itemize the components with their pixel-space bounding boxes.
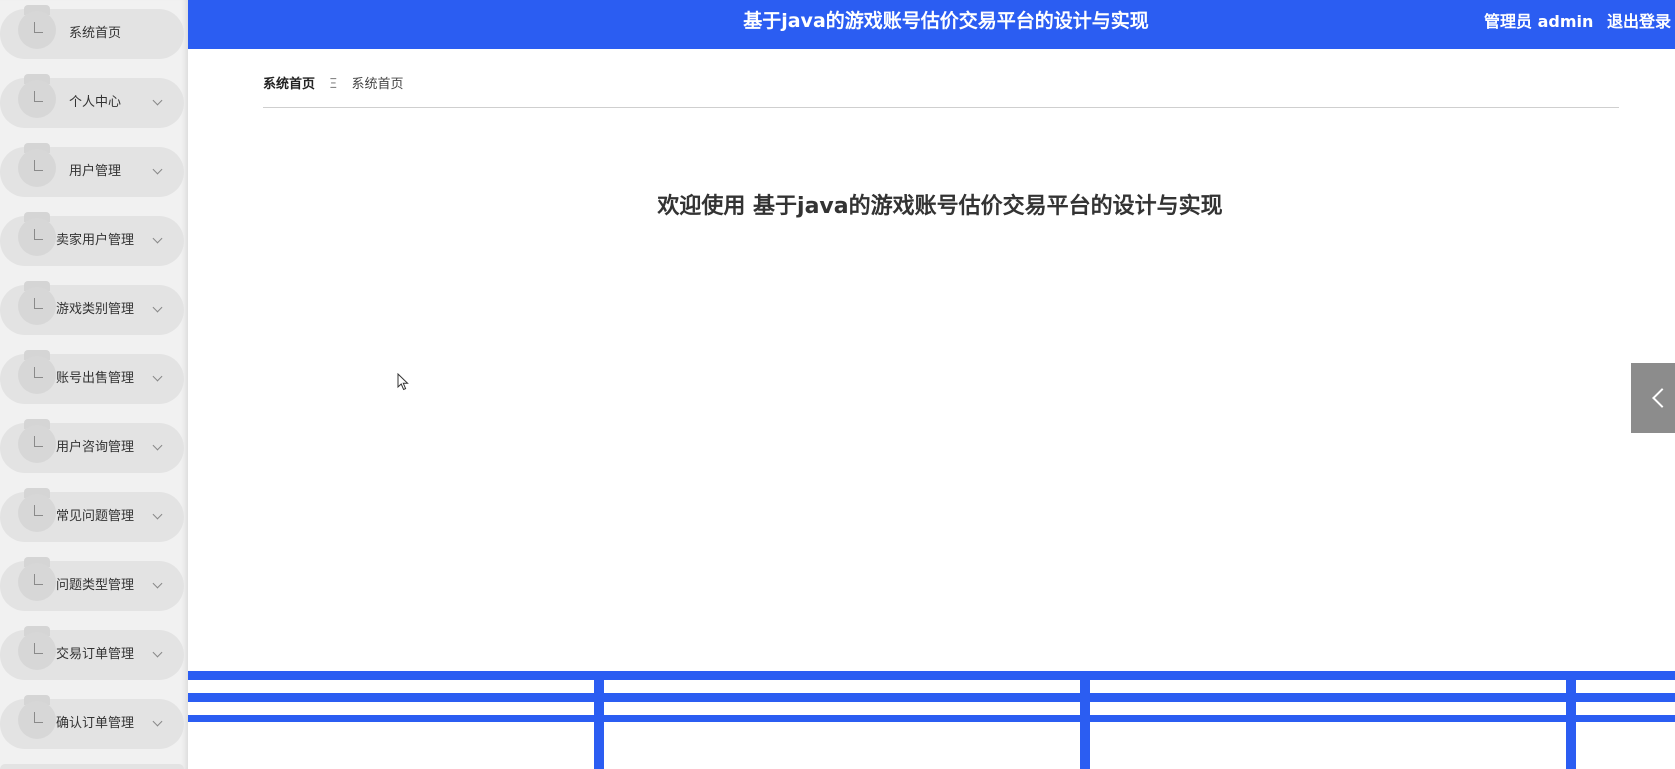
sidebar-item-user-inquiry-management[interactable]: 用户咨询管理 (0, 419, 184, 473)
sidebar-item-label: 交易订单管理 (55, 647, 134, 662)
sidebar-item-question-type-management[interactable]: 问题类型管理 (0, 557, 184, 611)
sidebar-item-label: 卖家用户管理 (55, 233, 134, 248)
chevron-down-icon (152, 371, 163, 382)
sidebar-item-label: 游戏类别管理 (55, 302, 134, 317)
breadcrumb-separator-icon: Ξ (329, 77, 338, 92)
sidebar-item-label: 用户管理 (68, 164, 121, 179)
top-header: 基于java的游戏账号估价交易平台的设计与实现 管理员 admin 退出登录 (188, 0, 1675, 49)
decor-bar (1080, 671, 1090, 769)
chevron-down-icon (152, 302, 163, 313)
sidebar-item-label: 常见问题管理 (55, 509, 134, 524)
breadcrumb-current: 系统首页 (351, 77, 404, 92)
decor-bar (594, 671, 604, 769)
header-user-area: 管理员 admin 退出登录 (1476, 0, 1671, 43)
chevron-down-icon (152, 164, 163, 175)
sidebar-item-personal-center[interactable]: 个人中心 (0, 74, 184, 128)
sidebar-item-label: 账号出售管理 (55, 371, 134, 386)
sidebar-item-home[interactable]: 系统首页 (0, 5, 184, 59)
decor-bar (1566, 671, 1576, 769)
sidebar-item-label: 用户咨询管理 (55, 440, 134, 455)
decor-bar (188, 693, 1675, 702)
sidebar-item-account-sale-management[interactable]: 账号出售管理 (0, 350, 184, 404)
chevron-down-icon (152, 578, 163, 589)
decorative-footer-bars (188, 671, 1675, 769)
sidebar-item-label: 系统首页 (68, 26, 121, 41)
sidebar-item-seller-management[interactable]: 卖家用户管理 (0, 212, 184, 266)
mouse-cursor-icon (397, 373, 409, 391)
sidebar-item-faq-management[interactable]: 常见问题管理 (0, 488, 184, 542)
admin-user-label: 管理员 admin (1484, 12, 1594, 31)
chevron-down-icon (152, 509, 163, 520)
chevron-down-icon (152, 95, 163, 106)
chevron-down-icon (152, 647, 163, 658)
sidebar-item-user-management[interactable]: 用户管理 (0, 143, 184, 197)
sidebar: 系统首页 个人中心 用户管理 卖家用户管理 游戏类别管理 账号出售管理 用户咨询… (0, 0, 188, 769)
chevron-down-icon (152, 233, 163, 244)
app-title: 基于java的游戏账号估价交易平台的设计与实现 (743, 10, 1149, 32)
panel-toggle-button[interactable] (1631, 363, 1675, 433)
sidebar-item-label: 问题类型管理 (55, 578, 134, 593)
sidebar-item-label: 确认订单管理 (55, 716, 134, 731)
chevron-down-icon (152, 440, 163, 451)
breadcrumb: 系统首页 Ξ 系统首页 (263, 75, 404, 95)
breadcrumb-divider (263, 107, 1619, 108)
breadcrumb-home[interactable]: 系统首页 (263, 77, 315, 92)
decor-bar (188, 671, 1675, 680)
sidebar-item-confirm-order-management[interactable]: 确认订单管理 (0, 695, 184, 749)
sidebar-item-game-category-management[interactable]: 游戏类别管理 (0, 281, 184, 335)
welcome-message: 欢迎使用 基于java的游戏账号估价交易平台的设计与实现 (657, 194, 1223, 219)
chevron-left-icon (1652, 388, 1672, 408)
chevron-down-icon (152, 716, 163, 727)
decor-bar (188, 715, 1675, 722)
sidebar-item-label: 个人中心 (68, 95, 121, 110)
sidebar-item-trade-order-management[interactable]: 交易订单管理 (0, 626, 184, 680)
logout-button[interactable]: 退出登录 (1607, 12, 1671, 31)
sidebar-item-partial[interactable] (0, 764, 184, 769)
